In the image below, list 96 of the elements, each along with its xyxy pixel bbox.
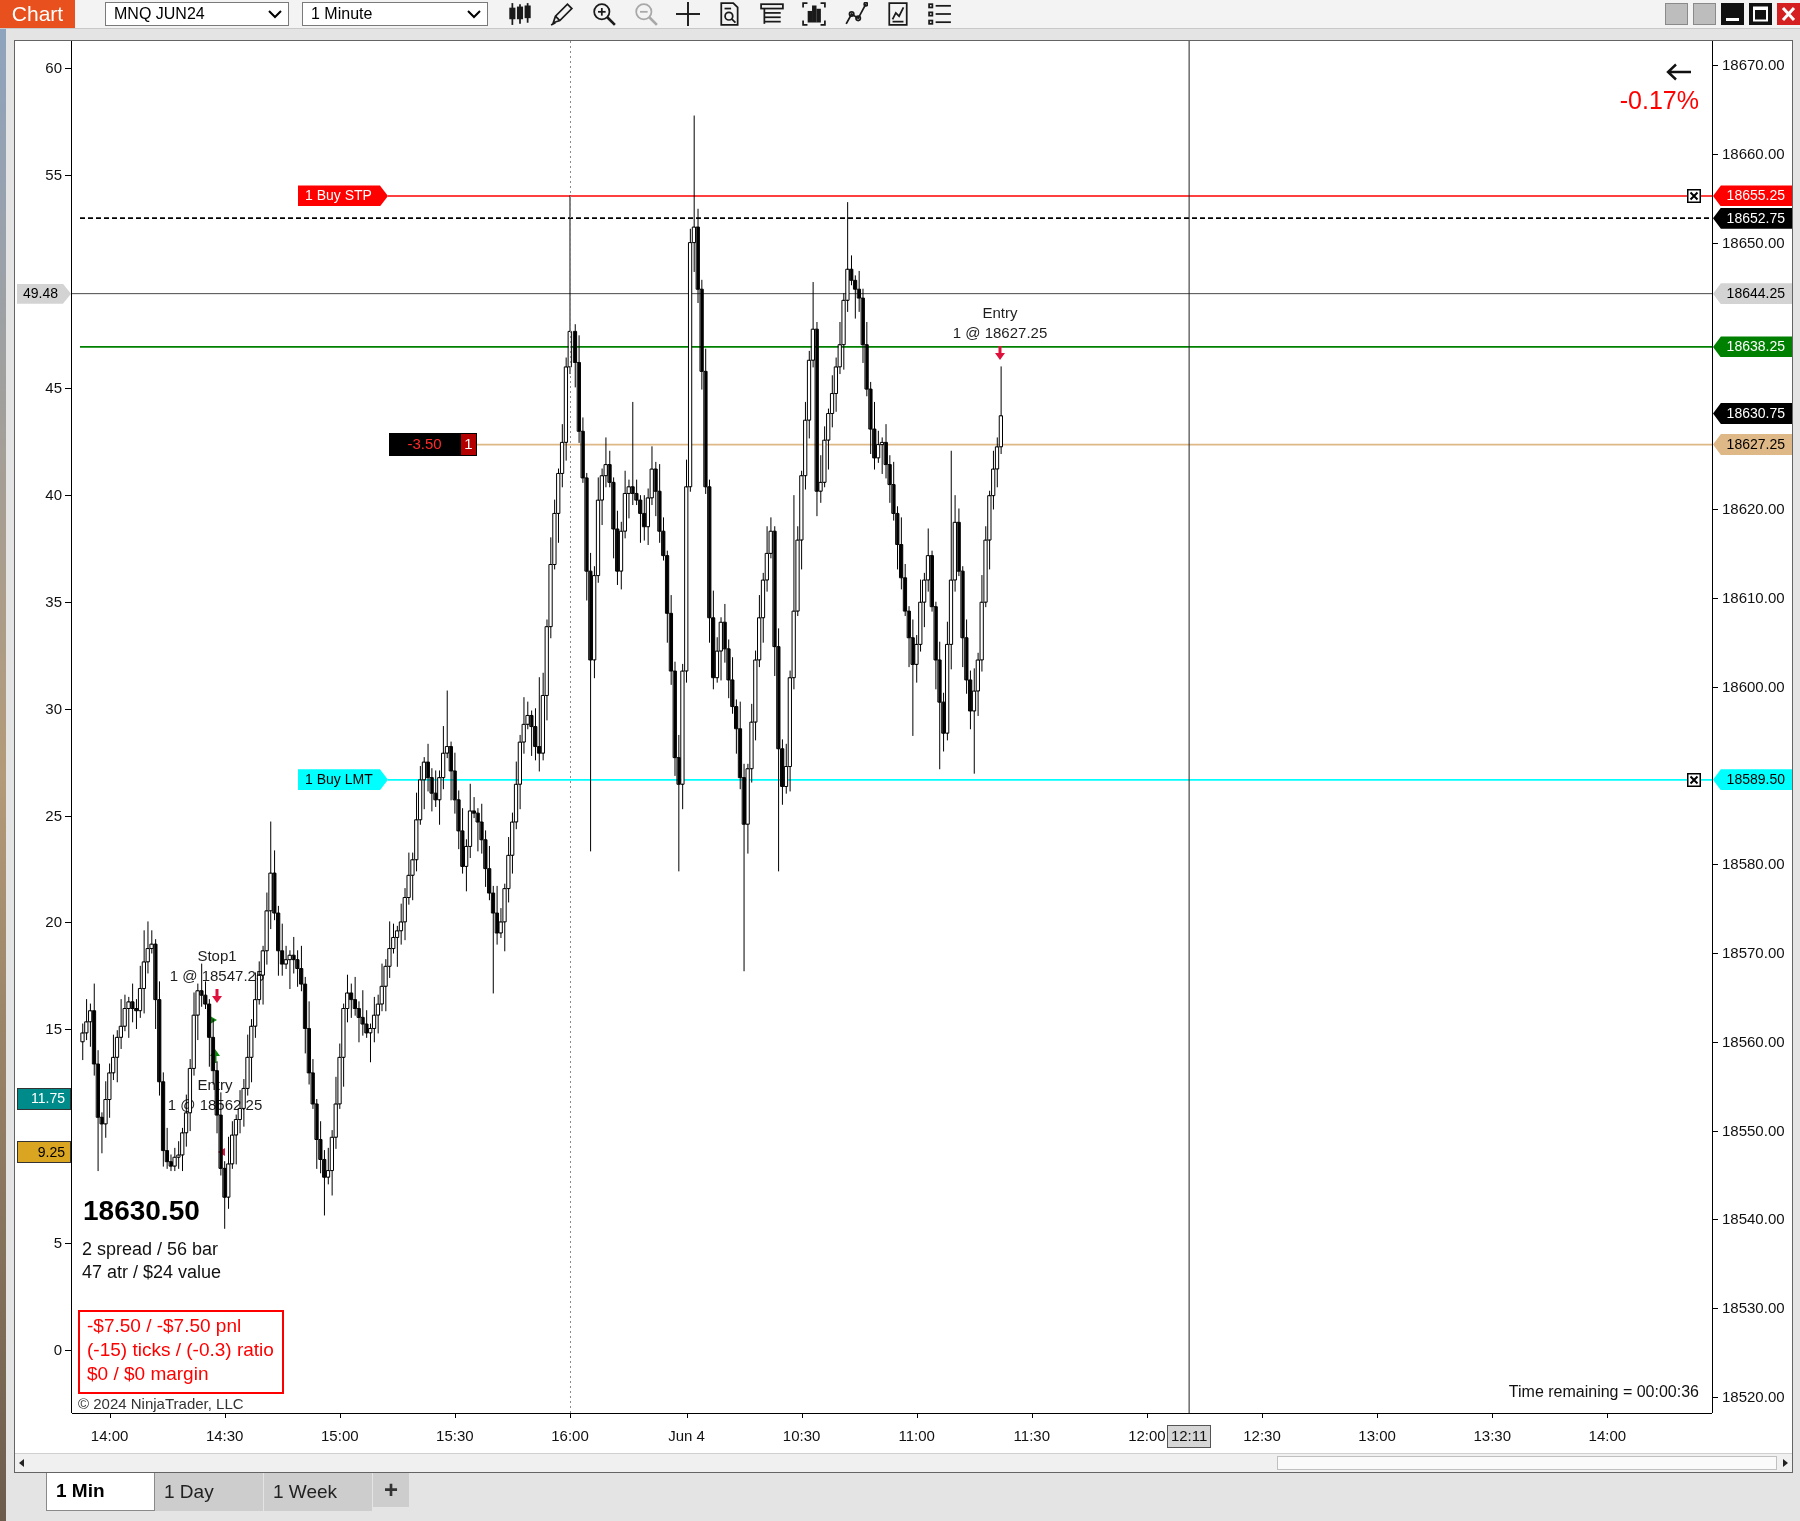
axis-label: 18570.00 (1722, 944, 1785, 962)
axis-label: 25 (45, 806, 62, 825)
stats-line: 2 spread / 56 bar (82, 1238, 219, 1261)
axis-label: 18530.00 (1722, 1299, 1785, 1318)
close-icon[interactable] (1777, 3, 1800, 25)
time-label: 11:30 (1013, 1427, 1051, 1445)
interval-tab[interactable]: 1 Week (264, 1473, 373, 1511)
execution-price: 1 @ 18627.25 (952, 323, 1048, 342)
price-marker: 18630.75 (1713, 403, 1792, 424)
pnl-line: $0 / $0 margin (87, 1362, 210, 1386)
candlestick (537, 677, 542, 772)
bullet-list-icon[interactable] (928, 2, 952, 26)
value-marker: 9.25 (17, 1141, 71, 1163)
pnl-line: (-15) ticks / (-0.3) ratio (87, 1338, 275, 1362)
time-label: 11:00 (898, 1427, 935, 1445)
price-marker: 18638.25 (1713, 336, 1792, 358)
time-label: 12:30 (1243, 1427, 1281, 1445)
axis-label: 18650.00 (1722, 233, 1785, 252)
last-price: 18630.50 (83, 1194, 200, 1228)
time-label: 16:00 (551, 1427, 589, 1445)
current-time-label: 12:11 (1167, 1425, 1212, 1448)
axis-label: 18670.00 (1722, 55, 1785, 74)
maximize-icon[interactable] (1749, 3, 1772, 25)
axis-label: 0 (53, 1340, 62, 1359)
position-quantity: 1 (460, 433, 477, 457)
axis-label: 15 (45, 1020, 62, 1039)
scroll-left-icon[interactable] (15, 1454, 29, 1472)
arrow-down-icon (212, 989, 222, 1003)
pencil-icon[interactable] (550, 2, 574, 26)
copyright: © 2024 NinjaTrader, LLC (78, 1395, 244, 1412)
axis-label: 18520.00 (1722, 1388, 1785, 1406)
arrow-down-icon (995, 346, 1005, 360)
order-tag[interactable]: 1 Buy STP (298, 185, 388, 207)
time-label: 14:00 (1588, 1427, 1627, 1445)
axis-label: 18660.00 (1722, 144, 1785, 163)
execution-label: Stop1 (197, 946, 237, 965)
axis-label: 18540.00 (1722, 1210, 1785, 1229)
add-tab-button[interactable]: + (373, 1473, 409, 1507)
axis-label: 40 (45, 486, 62, 505)
price-change: -0.17% (1619, 85, 1699, 115)
value-marker: 11.75 (17, 1087, 71, 1110)
document-search-icon[interactable] (718, 2, 742, 26)
zoom-in-icon[interactable] (592, 2, 616, 26)
time-label: 14:30 (205, 1427, 244, 1445)
position-pnl: -3.50 (389, 433, 460, 457)
time-label: 12:00 (1128, 1427, 1166, 1445)
candlestick-icon[interactable] (508, 2, 532, 26)
order-tag[interactable]: 1 Buy LMT (298, 769, 388, 791)
interval-tab[interactable]: 1 Day (155, 1473, 264, 1511)
axis-label: 45 (45, 379, 62, 398)
arrow-left-icon (1666, 63, 1692, 81)
price-marker: 18644.25 (1713, 283, 1792, 305)
time-label: 15:30 (436, 1427, 474, 1445)
chevron-down-icon[interactable] (467, 9, 481, 19)
price-marker: 18652.75 (1713, 207, 1792, 229)
axis-label: 18620.00 (1722, 500, 1785, 518)
stats-line: 47 atr / $24 value (82, 1261, 222, 1284)
interval-tab[interactable]: 1 Min (46, 1473, 155, 1511)
axis-label: 18580.00 (1722, 855, 1785, 874)
axis-label: 5 (53, 1233, 62, 1252)
axis-label: 30 (45, 699, 62, 718)
close-box-icon[interactable] (1687, 772, 1701, 787)
time-label: 14:00 (90, 1427, 129, 1445)
axis-label: 20 (45, 913, 62, 932)
close-box-icon[interactable] (1687, 188, 1701, 203)
axis-label: 18550.00 (1722, 1121, 1785, 1140)
panel-list-icon[interactable] (760, 2, 784, 26)
interval-dropdown[interactable]: 1 Minute (302, 2, 488, 26)
price-marker: 18655.25 (1713, 185, 1792, 207)
pnl-line: -$7.50 / -$7.50 pnl (87, 1314, 243, 1338)
time-label: 13:00 (1358, 1427, 1396, 1445)
bar-chart-icon[interactable] (802, 2, 826, 26)
time-label: 15:00 (321, 1427, 359, 1445)
axis-label: 60 (45, 59, 62, 77)
time-label: Jun 4 (668, 1427, 705, 1445)
line-chart-icon[interactable] (844, 2, 868, 26)
execution-label: Entry (982, 303, 1018, 322)
document-chart-icon[interactable] (886, 2, 910, 26)
axis-label: 35 (45, 593, 62, 611)
axis-label: 18610.00 (1722, 588, 1785, 607)
axis-label: 55 (45, 165, 62, 184)
scrollbar-thumb[interactable] (1277, 1456, 1777, 1470)
indicator-value-tag: 49.48 (17, 283, 71, 304)
crosshair-icon[interactable] (676, 2, 700, 26)
price-marker: 18589.50 (1713, 769, 1792, 791)
chart-title: Chart (0, 0, 75, 28)
instrument-dropdown[interactable]: MNQ JUN24 (105, 2, 289, 26)
axis-label: 18560.00 (1722, 1032, 1785, 1051)
time-remaining: Time remaining = 00:00:36 (1508, 1382, 1699, 1402)
minimize-icon[interactable] (1721, 3, 1744, 25)
time-label: 10:30 (782, 1427, 821, 1445)
time-label: 13:30 (1473, 1427, 1511, 1445)
price-marker: 18627.25 (1713, 434, 1792, 456)
scroll-right-icon[interactable] (1778, 1454, 1792, 1472)
chevron-down-icon[interactable] (268, 9, 282, 19)
axis-label: 18600.00 (1722, 677, 1785, 696)
